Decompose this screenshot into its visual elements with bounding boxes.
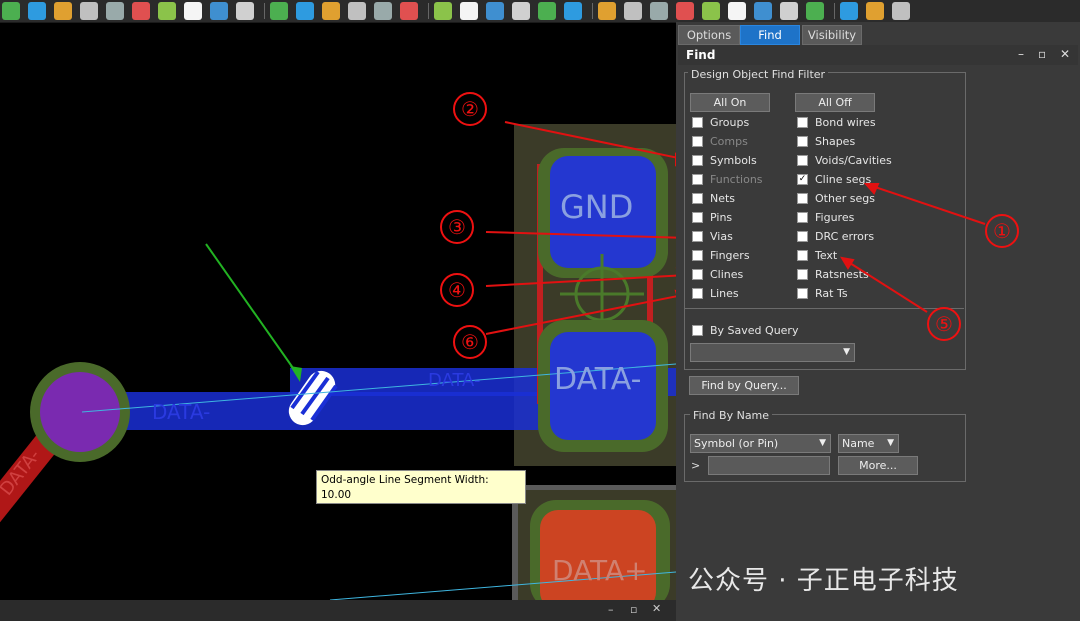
panel-annotation-arrows [840,183,986,313]
watermark-text: 公众号 · 子正电子科技 [688,566,959,596]
